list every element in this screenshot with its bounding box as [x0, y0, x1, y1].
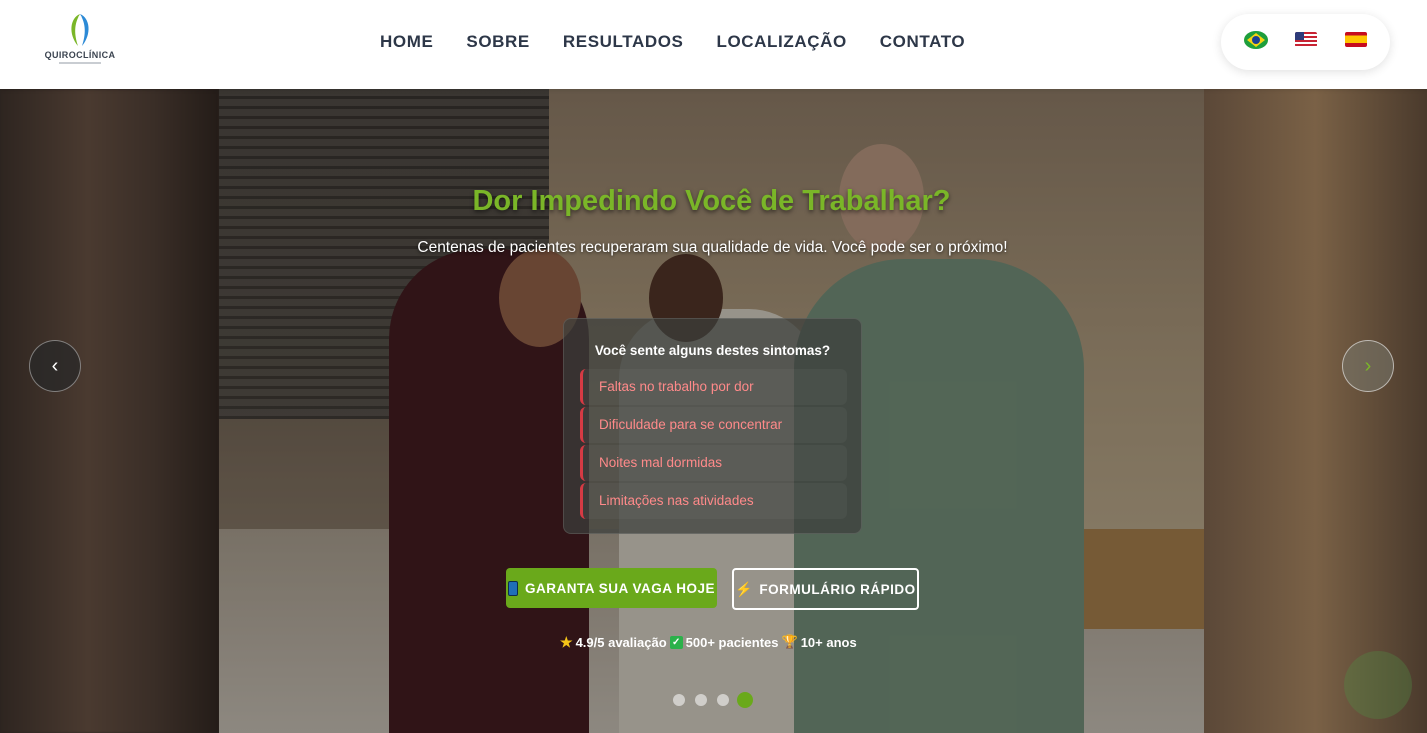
phone-icon: [507, 580, 518, 596]
symptom-label: Faltas no trabalho por dor: [599, 379, 754, 394]
carousel-indicators: [672, 692, 756, 708]
check-icon: ✓: [669, 635, 683, 649]
symptoms-card: Você sente alguns destes sintomas? Falta…: [563, 318, 862, 534]
site-header: QUIROCLÍNICA HOME SOBRE RESULTADOS LOCAL…: [0, 0, 1427, 89]
nav-home[interactable]: HOME: [380, 30, 433, 54]
symptom-item: Dificuldade para se concentrar: [580, 407, 847, 443]
carousel-prev-button[interactable]: ‹: [29, 340, 81, 392]
symptoms-title: Você sente alguns destes sintomas?: [594, 343, 831, 358]
chevron-left-icon: ‹: [51, 354, 59, 377]
carousel-dot-3[interactable]: [717, 694, 729, 706]
lightning-icon: ⚡: [735, 580, 754, 597]
nav-localizacao[interactable]: LOCALIZAÇÃO: [716, 30, 846, 54]
hero-carousel: Dor Impedindo Você de Trabalhar? Centena…: [0, 89, 1427, 733]
nav-sobre[interactable]: SOBRE: [466, 30, 529, 54]
next-slide-peek: [1204, 89, 1427, 733]
symptom-item: Limitações nas atividades: [580, 483, 847, 519]
flag-brazil-icon[interactable]: [1244, 31, 1268, 49]
chevron-right-icon: ›: [1364, 354, 1372, 377]
patients-stat: 500+ pacientes: [685, 634, 779, 650]
quick-form-label: FORMULÁRIO RÁPIDO: [759, 581, 916, 597]
symptom-item: Faltas no trabalho por dor: [580, 369, 847, 405]
flag-spain-icon[interactable]: [1345, 32, 1367, 47]
hero-subtitle: Centenas de pacientes recuperaram sua qu…: [417, 239, 1008, 256]
rating-stat: 4.9/5 avaliação: [575, 634, 667, 650]
nav-resultados[interactable]: RESULTADOS: [563, 30, 684, 54]
prev-slide-peek: [0, 89, 219, 733]
spine-logo-icon: [71, 14, 89, 46]
flag-usa-icon[interactable]: [1295, 32, 1317, 47]
book-appointment-label: GARANTA SUA VAGA HOJE: [524, 580, 715, 596]
symptom-label: Dificuldade para se concentrar: [599, 417, 783, 432]
carousel-next-button[interactable]: ›: [1342, 340, 1394, 392]
logo[interactable]: QUIROCLÍNICA: [40, 8, 120, 70]
carousel-dot-2[interactable]: [695, 694, 707, 706]
symptom-label: Noites mal dormidas: [599, 455, 723, 470]
hero-title: Dor Impedindo Você de Trabalhar?: [472, 185, 951, 217]
main-nav: HOME SOBRE RESULTADOS LOCALIZAÇÃO CONTAT…: [380, 30, 998, 54]
trophy-icon: 🏆: [781, 634, 798, 649]
years-stat: 10+ anos: [800, 634, 857, 650]
carousel-dot-4[interactable]: [737, 692, 753, 708]
book-appointment-button[interactable]: GARANTA SUA VAGA HOJE: [506, 568, 717, 608]
star-icon: ★: [560, 633, 573, 650]
symptom-label: Limitações nas atividades: [599, 493, 754, 508]
quick-form-button[interactable]: ⚡ FORMULÁRIO RÁPIDO: [732, 568, 919, 610]
trust-stats: ★ 4.9/5 avaliação ✓ 500+ pacientes 🏆 10+…: [560, 632, 865, 652]
whatsapp-float-icon[interactable]: [1344, 651, 1412, 719]
logo-text: QUIROCLÍNICA: [44, 50, 116, 60]
language-switcher: [1221, 14, 1390, 70]
carousel-dot-1[interactable]: [673, 694, 685, 706]
symptom-item: Noites mal dormidas: [580, 445, 847, 481]
logo-tagline: [40, 62, 120, 64]
nav-contato[interactable]: CONTATO: [880, 30, 965, 54]
